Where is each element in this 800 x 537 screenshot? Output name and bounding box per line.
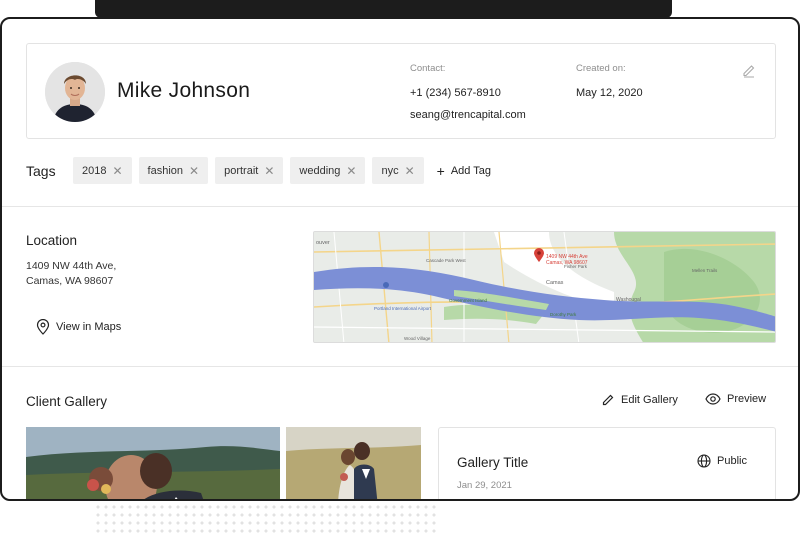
globe-icon [697, 454, 711, 468]
location-title: Location [26, 233, 78, 248]
map-place-label: Mellen Trails [692, 268, 718, 273]
tag-chip[interactable]: fashion ✕ [138, 157, 209, 184]
map-place-label: Cascade Park West [426, 258, 466, 263]
visibility-label: Public [717, 455, 747, 467]
client-profile-card: Mike Johnson Contact: +1 (234) 567-8910 … [26, 43, 776, 139]
client-gallery-title: Client Gallery [26, 394, 108, 409]
map-pin-label: Camas, WA 98607 [546, 260, 588, 266]
gallery-photo[interactable] [26, 427, 280, 499]
address-line-2: Camas, WA 98607 [26, 275, 114, 287]
map-place-label: Government Island [449, 298, 488, 303]
client-details-panel: Mike Johnson Contact: +1 (234) 567-8910 … [0, 17, 800, 501]
preview-label: Preview [727, 393, 767, 405]
tags-row: Tags 2018 ✕ fashion ✕ portrait ✕ wedding… [26, 157, 491, 184]
map-place-label: Washougal [616, 297, 641, 303]
map-pin-icon [36, 319, 50, 335]
map-place-label: Dorothy Park [550, 312, 577, 317]
tag-label: 2018 [82, 164, 107, 177]
section-divider [2, 366, 798, 367]
gallery-card[interactable]: Gallery Title Jan 29, 2021 Public [438, 427, 776, 499]
gallery-card-date: Jan 29, 2021 [457, 480, 512, 491]
contact-label: Contact: [410, 63, 446, 74]
view-in-maps-label: View in Maps [56, 321, 122, 333]
close-icon[interactable]: ✕ [189, 164, 199, 178]
tag-chip[interactable]: portrait ✕ [215, 157, 284, 184]
client-name: Mike Johnson [117, 79, 251, 102]
gallery-card-title: Gallery Title [457, 455, 529, 470]
tag-label: portrait [224, 164, 259, 177]
eye-icon [705, 393, 721, 405]
plus-icon: + [436, 162, 445, 179]
map-place-label: Portland International Airport [374, 306, 432, 311]
visibility-toggle[interactable]: Public [697, 454, 747, 468]
tags-title: Tags [26, 162, 56, 179]
window-top-bar [95, 0, 672, 18]
add-tag-label: Add Tag [450, 164, 491, 177]
created-label: Created on: [576, 63, 626, 74]
airport-icon [383, 282, 389, 288]
section-divider [2, 206, 798, 207]
tag-label: wedding [299, 164, 341, 177]
tag-label: fashion [147, 164, 184, 177]
edit-gallery-label: Edit Gallery [621, 393, 678, 406]
tag-chip[interactable]: wedding ✕ [290, 157, 366, 184]
preview-button[interactable]: Preview [705, 393, 766, 405]
location-map[interactable]: ouver Cascade Park West Camas Portland I… [313, 231, 776, 343]
close-icon[interactable]: ✕ [264, 164, 274, 178]
pencil-icon [602, 394, 614, 406]
tag-chip[interactable]: 2018 ✕ [73, 157, 132, 184]
decorative-dot-pattern [94, 503, 438, 537]
created-date: May 12, 2020 [576, 87, 643, 99]
map-place-label: Wood Village [404, 336, 431, 341]
view-in-maps-link[interactable]: View in Maps [36, 319, 121, 335]
map-place-label: Camas [546, 280, 564, 286]
contact-email[interactable]: seang@trencapital.com [410, 109, 526, 121]
close-icon[interactable]: ✕ [405, 164, 415, 178]
tag-label: nyc [381, 164, 399, 177]
map-place-label: ouver [316, 240, 330, 246]
tag-chip[interactable]: nyc ✕ [372, 157, 424, 184]
close-icon[interactable]: ✕ [112, 164, 122, 178]
app-window: Mike Johnson Contact: +1 (234) 567-8910 … [0, 0, 800, 537]
close-icon[interactable]: ✕ [346, 164, 356, 178]
address-line-1: 1409 NW 44th Ave, [26, 260, 117, 272]
gallery-photo[interactable] [286, 427, 421, 499]
edit-gallery-button[interactable]: Edit Gallery [602, 393, 678, 406]
contact-phone[interactable]: +1 (234) 567-8910 [410, 87, 501, 99]
avatar[interactable] [45, 62, 105, 122]
pencil-icon[interactable] [741, 62, 757, 78]
add-tag-button[interactable]: + Add Tag [437, 164, 491, 178]
